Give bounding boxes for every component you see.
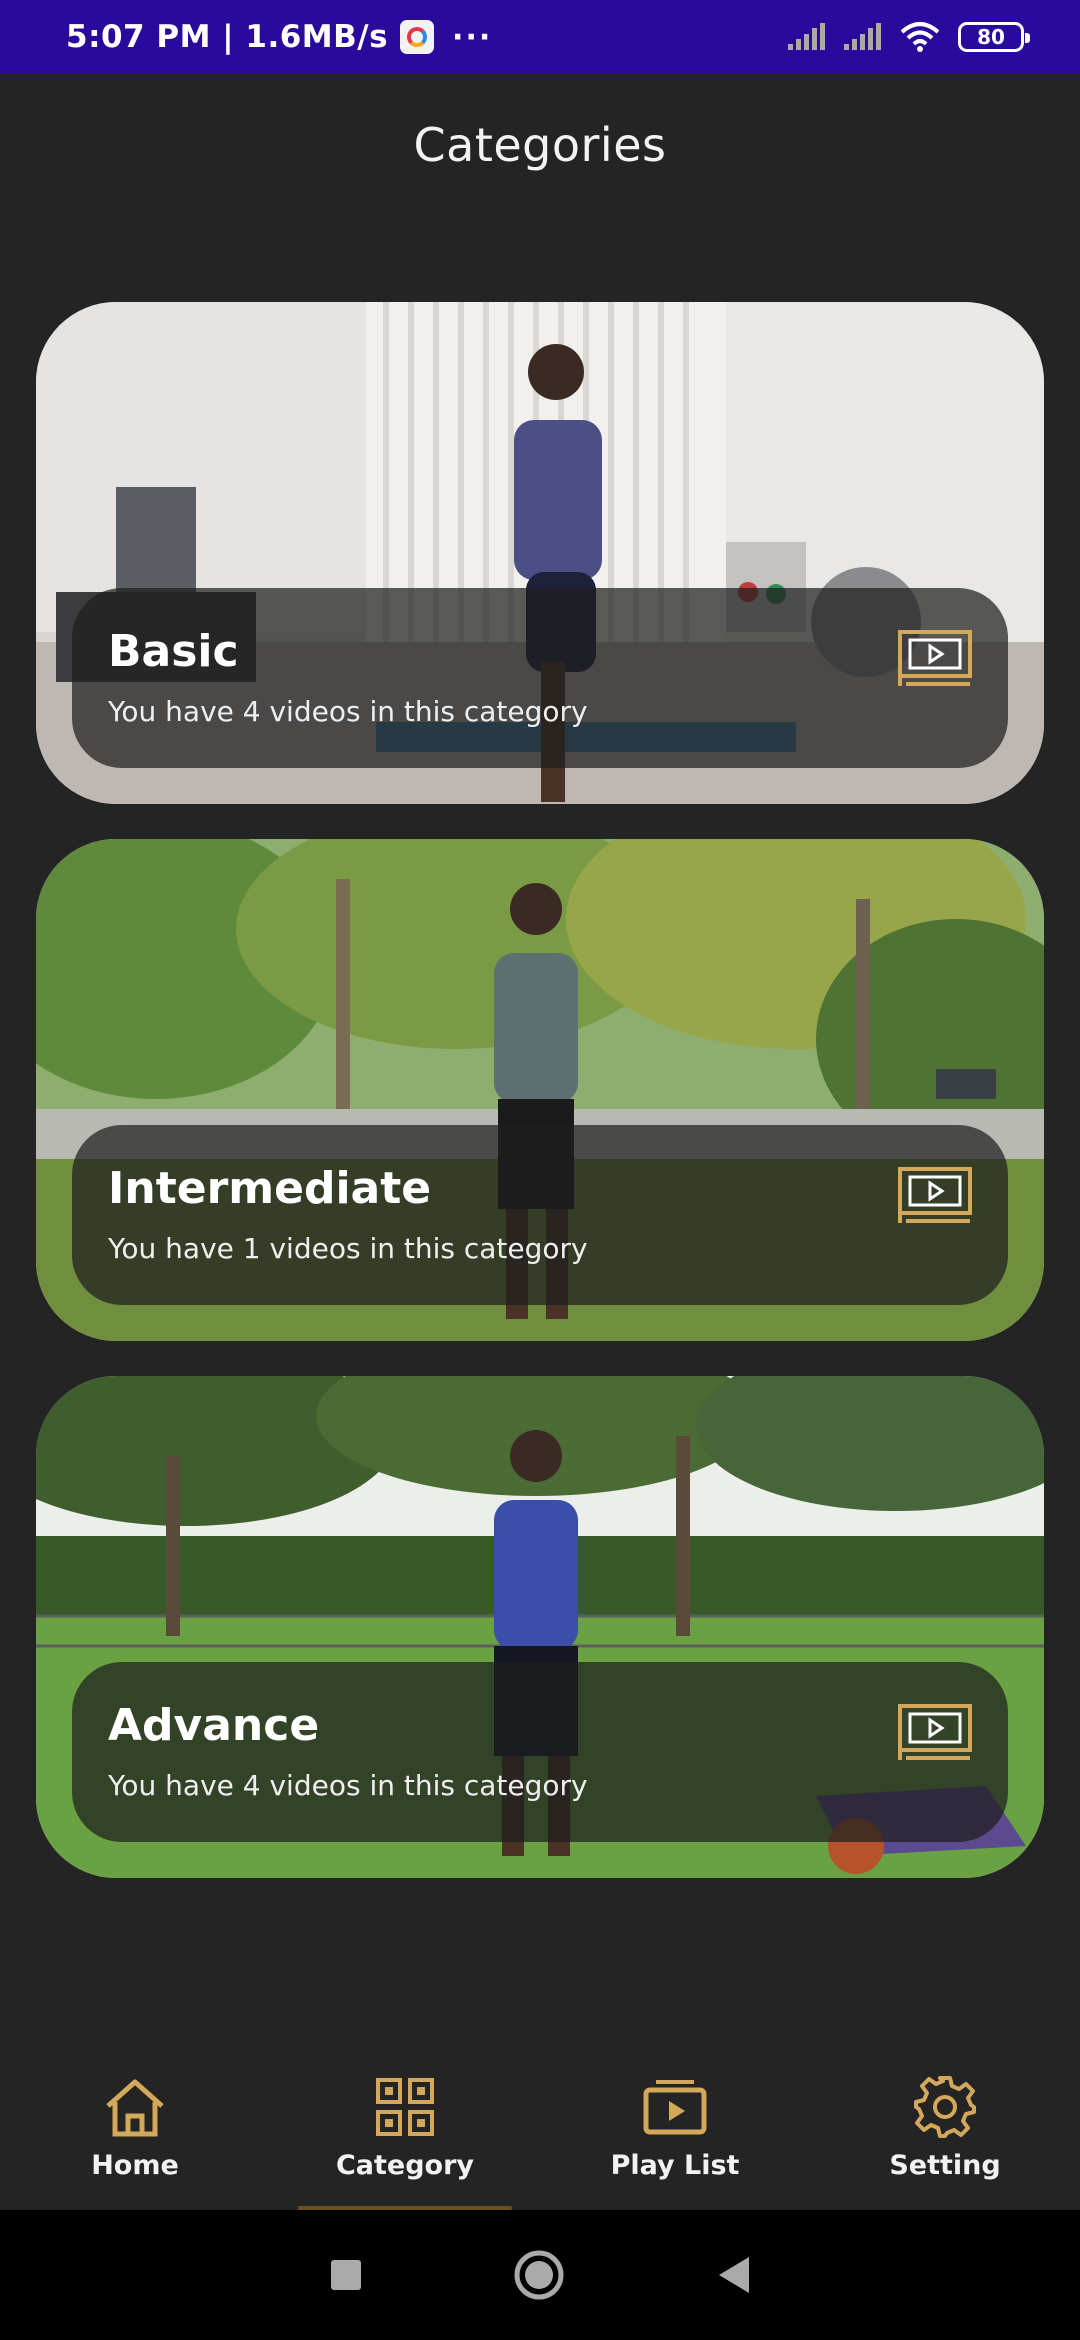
nav-item-playlist[interactable]: Play List xyxy=(540,2044,810,2210)
bottom-nav: Home Category Play List Setting xyxy=(0,2044,1080,2210)
nav-label: Setting xyxy=(889,2149,1001,2181)
category-title: Advance xyxy=(108,1700,320,1751)
category-info-panel: Advance You have 4 videos in this catego… xyxy=(72,1662,1008,1842)
more-notifications-icon: ··· xyxy=(452,19,493,55)
category-card-advance[interactable]: Advance You have 4 videos in this catego… xyxy=(36,1376,1044,1878)
wifi-icon xyxy=(900,22,940,52)
video-library-icon[interactable] xyxy=(898,1704,972,1762)
status-right: 80 xyxy=(786,20,1030,54)
playlist-icon xyxy=(643,2079,707,2134)
status-time-speed: 5:07 PM | 1.6MB/s xyxy=(66,19,389,55)
nav-item-category[interactable]: Category xyxy=(270,2044,540,2210)
status-bar: 5:07 PM | 1.6MB/s ··· 80 xyxy=(0,0,1080,74)
nav-label: Home xyxy=(91,2149,179,2181)
page-title: Categories xyxy=(413,118,667,172)
video-library-icon[interactable] xyxy=(898,1167,972,1225)
signal-icon-2 xyxy=(844,23,881,50)
category-title: Intermediate xyxy=(108,1163,432,1214)
category-subtitle: You have 4 videos in this category xyxy=(108,1769,588,1802)
category-title: Basic xyxy=(108,626,239,677)
app-notification-icon xyxy=(400,20,435,54)
recents-icon[interactable] xyxy=(329,2258,363,2292)
battery-indicator: 80 xyxy=(958,22,1030,52)
gear-icon xyxy=(914,2075,976,2138)
signal-icon xyxy=(788,23,825,50)
category-subtitle: You have 4 videos in this category xyxy=(108,695,588,728)
nav-item-setting[interactable]: Setting xyxy=(810,2044,1080,2210)
category-info-panel: Basic You have 4 videos in this category xyxy=(72,588,1008,768)
video-library-icon[interactable] xyxy=(898,630,972,688)
home-button-icon[interactable] xyxy=(513,2249,565,2301)
nav-item-home[interactable]: Home xyxy=(0,2044,270,2210)
category-info-panel: Intermediate You have 1 videos in this c… xyxy=(72,1125,1008,1305)
category-subtitle: You have 1 videos in this category xyxy=(108,1232,588,1265)
category-card-intermediate[interactable]: Intermediate You have 1 videos in this c… xyxy=(36,839,1044,1341)
status-left: 5:07 PM | 1.6MB/s ··· xyxy=(66,19,492,55)
system-nav-bar xyxy=(0,2210,1080,2340)
nav-label: Category xyxy=(335,2149,475,2181)
back-icon[interactable] xyxy=(715,2255,751,2295)
category-card-basic[interactable]: Basic You have 4 videos in this category xyxy=(36,302,1044,804)
home-icon xyxy=(106,2079,164,2136)
grid-icon xyxy=(376,2077,434,2136)
nav-label: Play List xyxy=(610,2149,740,2181)
